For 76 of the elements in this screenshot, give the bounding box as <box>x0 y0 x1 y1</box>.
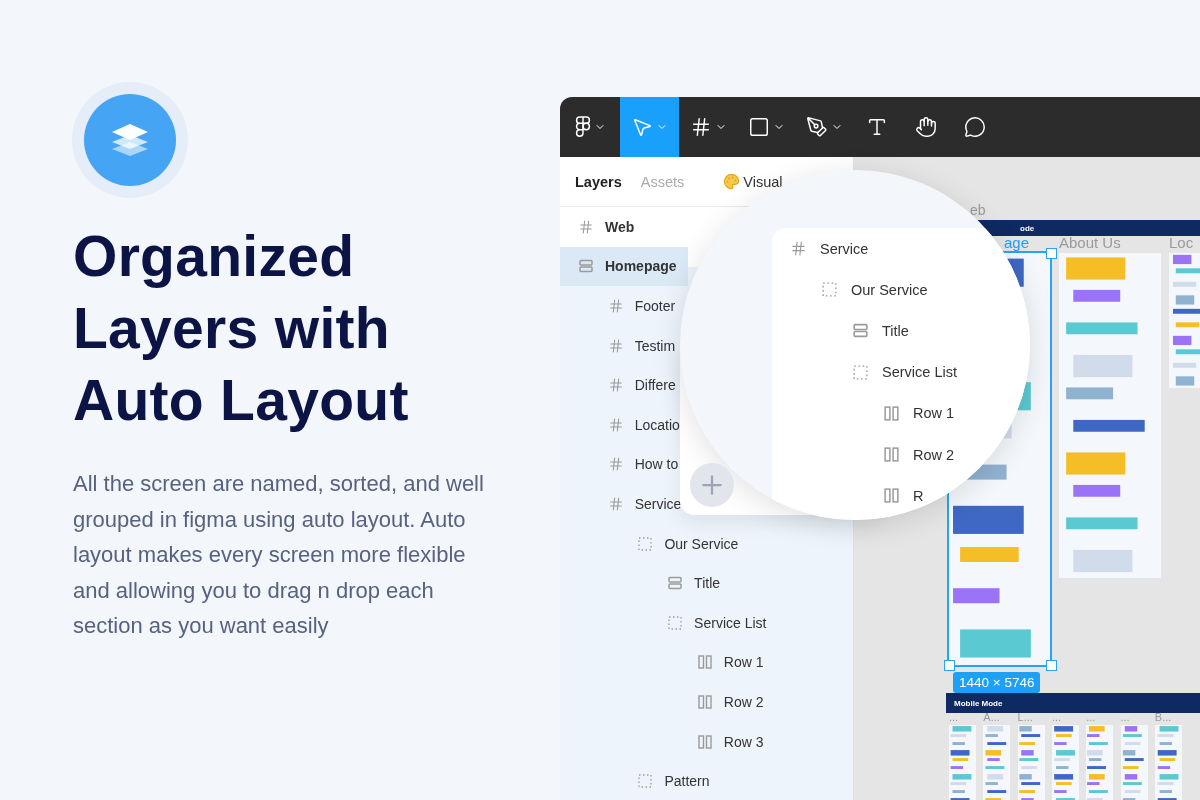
columns-icon <box>883 446 900 464</box>
stack-icon <box>667 575 684 592</box>
layer-row[interactable]: Row 1 <box>560 642 764 683</box>
frame-label: ... <box>949 711 959 723</box>
dashed-square-icon <box>637 773 654 790</box>
heading: Auto Layout <box>73 367 410 434</box>
frame-label: ... <box>1120 711 1130 723</box>
frame-label: About Us <box>1059 234 1121 251</box>
layer-row[interactable]: Web <box>560 207 635 247</box>
frame-icon <box>607 337 624 354</box>
columns-icon <box>696 693 713 710</box>
frame-label: A... <box>983 711 1000 723</box>
frame-icon <box>607 377 624 394</box>
frame-icon <box>578 218 594 235</box>
layer-row[interactable]: Locatio <box>560 404 680 445</box>
layer-row[interactable]: Title <box>852 310 909 352</box>
frame-icon <box>607 495 624 512</box>
panel-tab[interactable]: Layers <box>575 173 622 190</box>
layer-row[interactable]: R <box>883 475 924 517</box>
layer-row[interactable]: How to <box>560 444 679 485</box>
layer-row[interactable]: Row 2 <box>883 433 955 476</box>
logo-icon[interactable] <box>574 116 591 138</box>
resize-handle[interactable] <box>1046 660 1057 671</box>
layer-row[interactable]: Pattern <box>560 761 710 800</box>
frame-icon <box>607 456 624 473</box>
description: All the screen are named, sorted, and well grouped in figma using auto layout. Auto layout makes every screen more flexible and allowing you to drag n drop each section as you want easily <box>73 470 485 641</box>
layer-row[interactable]: Service <box>560 484 682 524</box>
layer-row[interactable]: Service List <box>560 602 767 643</box>
dashed-square-icon <box>821 281 838 299</box>
hand-icon[interactable] <box>915 116 937 138</box>
size-badge: 1440 × 5746 <box>953 672 1041 693</box>
layer-row[interactable]: Title <box>560 563 721 603</box>
columns-icon <box>696 733 713 750</box>
page-label: eb <box>970 202 986 218</box>
layers-icon <box>84 94 176 186</box>
frame-label: B... <box>1154 711 1172 723</box>
panel-tab[interactable]: Visual <box>723 173 783 190</box>
square-icon[interactable] <box>747 116 770 138</box>
layer-row[interactable]: Service List <box>852 351 957 393</box>
layer-row[interactable]: Homepage <box>560 246 688 287</box>
frame-icon <box>607 298 624 314</box>
layer-row[interactable]: Row 1 <box>883 392 955 434</box>
layer-row[interactable]: Service <box>790 228 869 270</box>
columns-icon <box>883 487 900 505</box>
resize-handle[interactable] <box>1046 248 1057 259</box>
layer-row[interactable]: Row 2 <box>560 682 764 722</box>
resize-handle[interactable] <box>944 660 955 671</box>
frame-label: ... <box>1051 711 1062 723</box>
text-icon[interactable] <box>866 116 888 138</box>
frame-label: Loc <box>1169 234 1194 251</box>
layer-row[interactable]: Our Service <box>560 523 739 564</box>
frame-icon <box>790 240 807 258</box>
layer-row[interactable]: Differe <box>560 365 676 405</box>
dashed-square-icon <box>852 363 869 381</box>
dashed-square-icon <box>667 614 684 631</box>
heading: Layers with <box>73 295 391 362</box>
layer-row[interactable]: Our Service <box>821 269 928 311</box>
frame-label: L... <box>1017 711 1033 723</box>
section-label: ode <box>1020 223 1035 233</box>
palette-icon <box>723 173 741 190</box>
layer-row[interactable]: Footer <box>560 286 676 326</box>
heading: Organized <box>73 223 356 290</box>
comment-icon[interactable] <box>964 116 986 138</box>
layer-row[interactable]: Testim <box>560 325 676 366</box>
frame-label: age <box>1004 234 1030 251</box>
section-label: Mobile Mode <box>954 698 1003 708</box>
stack-icon <box>578 258 594 275</box>
stack-icon <box>852 322 869 340</box>
layer-row[interactable]: Row 3 <box>560 721 764 762</box>
columns-icon <box>696 654 713 671</box>
frame-label: ... <box>1086 711 1096 723</box>
frame-icon <box>607 416 624 433</box>
dashed-square-icon <box>637 535 654 552</box>
pen-icon[interactable] <box>805 116 828 138</box>
pointer-icon[interactable] <box>631 116 653 138</box>
columns-icon <box>883 404 900 422</box>
